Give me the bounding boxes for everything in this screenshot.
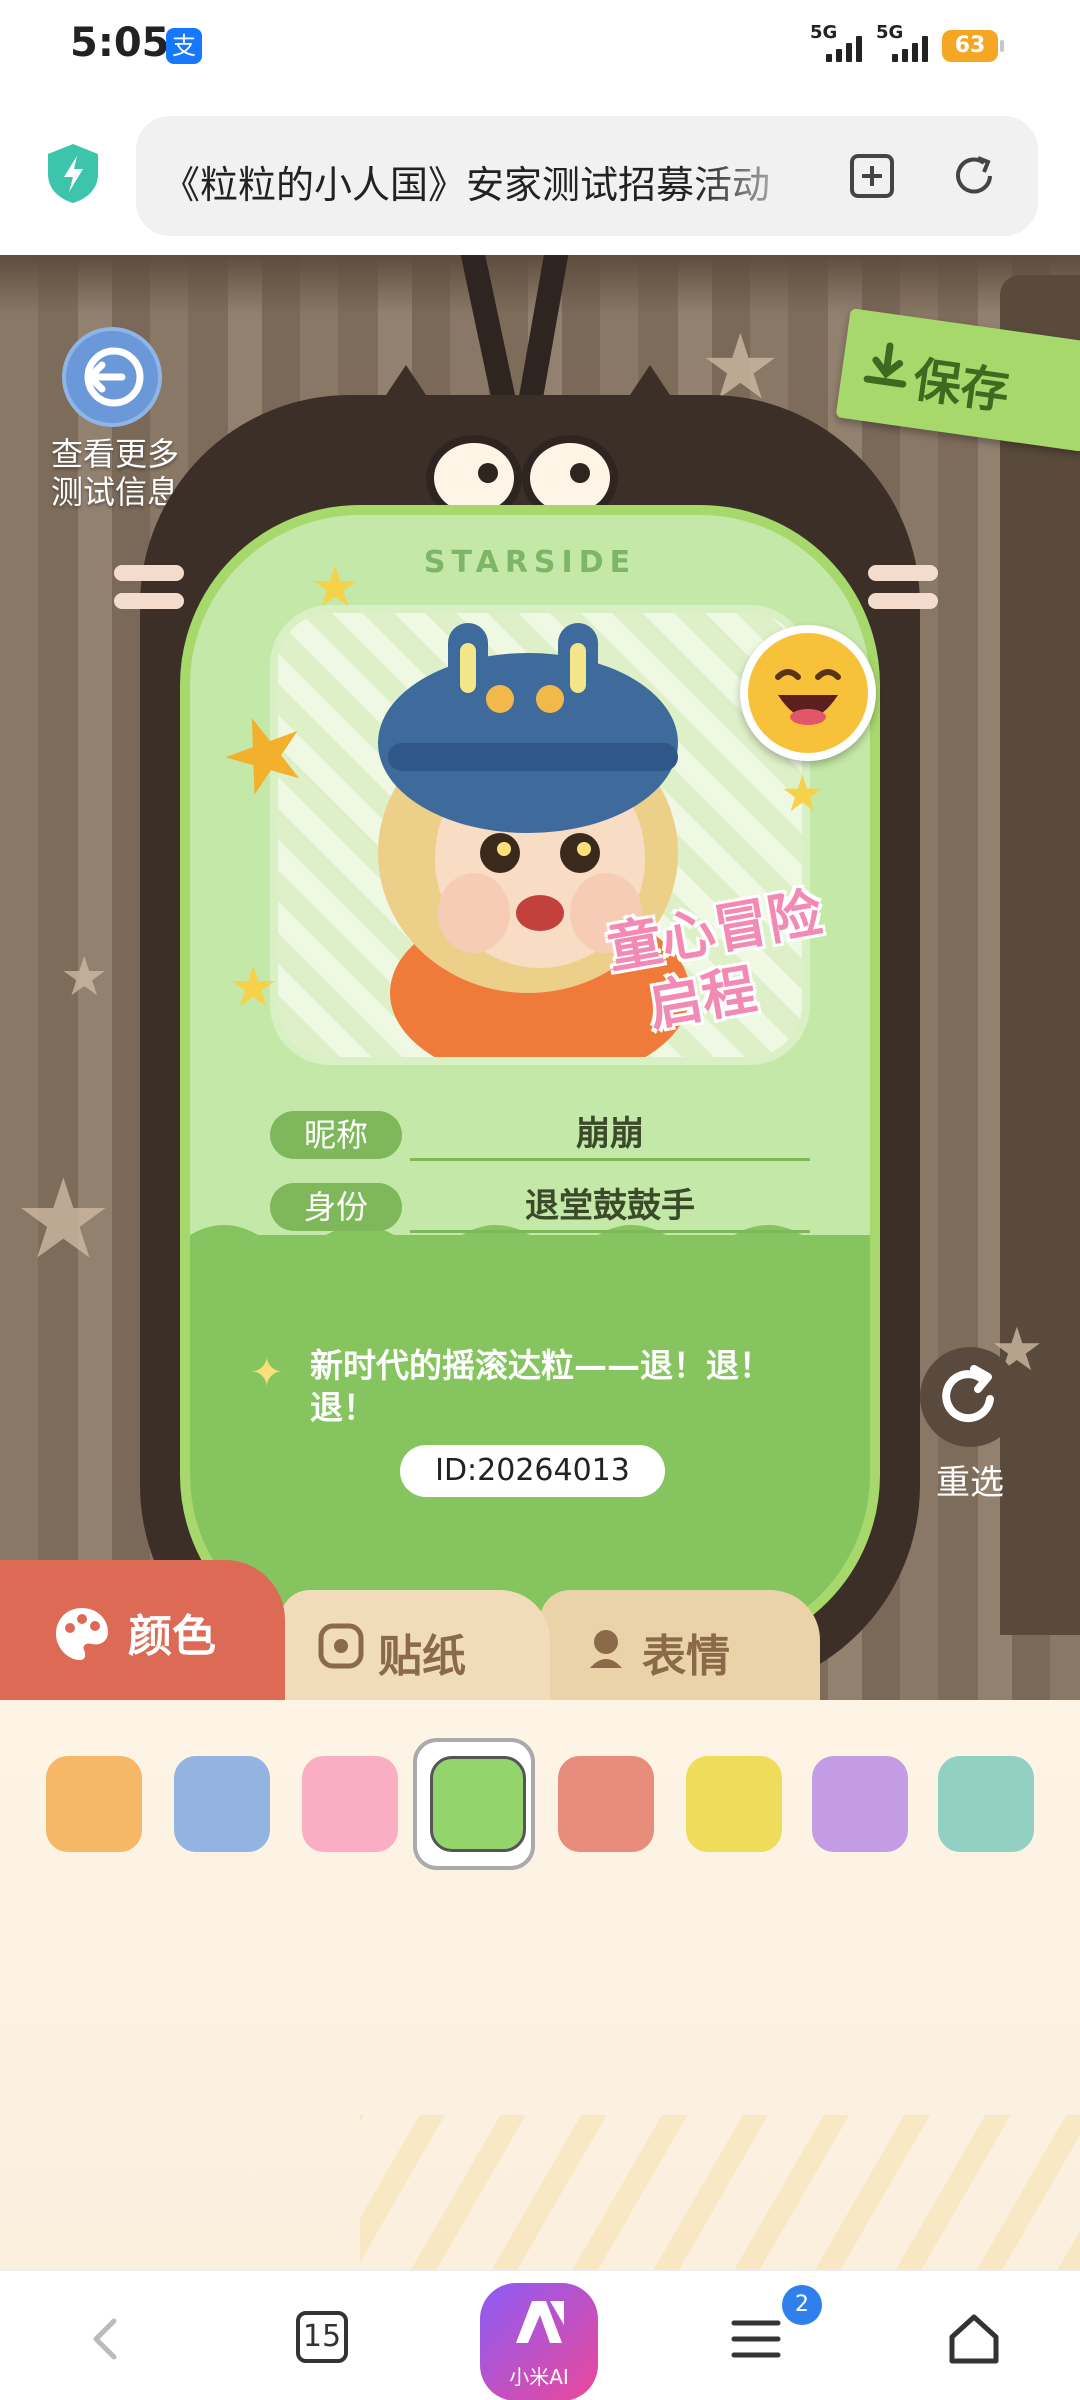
nickname-value[interactable]: 崩崩 [410, 1107, 810, 1161]
character-id: ID:20264013 [400, 1445, 665, 1497]
color-swatch-orange[interactable] [46, 1756, 142, 1852]
badge-clip-right [868, 565, 938, 581]
browser-toolbar: 《粒粒的小人国》安家测试招募活动 [0, 90, 1080, 255]
security-shield-icon[interactable] [44, 142, 102, 204]
color-swatch-pink[interactable] [302, 1756, 398, 1852]
alipay-icon: 支 [166, 28, 202, 64]
tab-expression[interactable]: 表情 [540, 1590, 820, 1700]
star-sticker-icon: ★ [310, 555, 361, 620]
tab-sticker-label: 贴纸 [378, 1631, 466, 1682]
sticker-icon [318, 1623, 364, 1669]
tab-expression-label: 表情 [642, 1631, 730, 1682]
smiley-face-icon [748, 633, 868, 753]
address-fade [696, 146, 816, 206]
signal-icon-1 [826, 36, 862, 62]
character-motto: 新时代的摇滚达粒——退！退！退！ [310, 1346, 772, 1427]
decorative-stripes [360, 2115, 1080, 2275]
nickname-label: 昵称 [270, 1111, 402, 1159]
tab-color-label: 颜色 [128, 1611, 216, 1662]
back-arrow-icon[interactable] [76, 2309, 136, 2369]
sparkle-icon: ✦ [250, 1350, 284, 1396]
background-star-icon: ★ [60, 945, 109, 1008]
more-info-button[interactable] [62, 327, 162, 427]
customize-tabs: 颜色 贴纸 表情 [0, 1560, 1080, 1700]
game-canvas: ★ ★ ★ ★ 查看更多 测试信息 保存 STARSIDE 昵称 崩崩 身份 退… [0, 255, 1080, 1700]
status-bar: 5:05 支 5G 5G 63 [0, 0, 1080, 90]
save-label: 保存 [909, 351, 1013, 421]
face-icon [590, 1630, 622, 1668]
color-swatch-green[interactable] [430, 1756, 526, 1852]
badge-clip-right [868, 593, 938, 609]
browser-nav-bar: 15 小米AI 2 [0, 2270, 1080, 2400]
badge-clip-left [114, 593, 184, 609]
star-sticker-icon: ★ [228, 955, 279, 1020]
color-swatch-purple[interactable] [812, 1756, 908, 1852]
identity-label: 身份 [270, 1183, 402, 1231]
palette-icon [56, 1608, 108, 1660]
color-swatch-blue[interactable] [174, 1756, 270, 1852]
refresh-icon[interactable] [948, 150, 1000, 202]
nickname-row: 昵称 崩崩 [270, 1107, 810, 1163]
ai-label: 小米AI [509, 2365, 569, 2389]
xiaomi-ai-button[interactable]: 小米AI [480, 2283, 598, 2400]
address-bar[interactable]: 《粒粒的小人国》安家测试招募活动 [136, 116, 1038, 236]
star-sticker-icon: ★ [780, 765, 825, 823]
tab-count-button[interactable]: 15 [296, 2311, 348, 2363]
reset-icon [942, 1365, 994, 1423]
home-icon[interactable] [944, 2309, 1004, 2369]
clock: 5:05 [70, 20, 170, 66]
battery-indicator: 63 [942, 30, 1004, 62]
brand-label: STARSIDE [423, 545, 637, 580]
color-palette [0, 1700, 1080, 2275]
download-icon [863, 342, 907, 388]
tab-color[interactable]: 颜色 [0, 1560, 285, 1700]
ai-logo-icon [516, 2301, 564, 2343]
background-star-icon: ★ [14, 1155, 113, 1283]
identity-value[interactable]: 退堂鼓鼓手 [410, 1179, 810, 1233]
signal-icon-2 [892, 36, 928, 62]
add-bookmark-icon[interactable] [846, 150, 898, 202]
smiley-sticker [740, 625, 876, 761]
menu-icon[interactable] [726, 2309, 786, 2369]
exit-arrow-icon [84, 347, 144, 407]
menu-notification-badge: 2 [782, 2285, 822, 2325]
tab-sticker[interactable]: 贴纸 [280, 1590, 550, 1700]
reset-label[interactable]: 重选 [918, 1455, 1022, 1504]
badge-clip-left [114, 565, 184, 581]
color-swatch-yellow[interactable] [686, 1756, 782, 1852]
more-info-label-line1: 查看更多 [50, 435, 179, 473]
identity-row: 身份 退堂鼓鼓手 [270, 1179, 810, 1235]
color-swatch-teal[interactable] [938, 1756, 1034, 1852]
color-swatch-coral[interactable] [558, 1756, 654, 1852]
reset-button[interactable] [920, 1347, 1020, 1447]
